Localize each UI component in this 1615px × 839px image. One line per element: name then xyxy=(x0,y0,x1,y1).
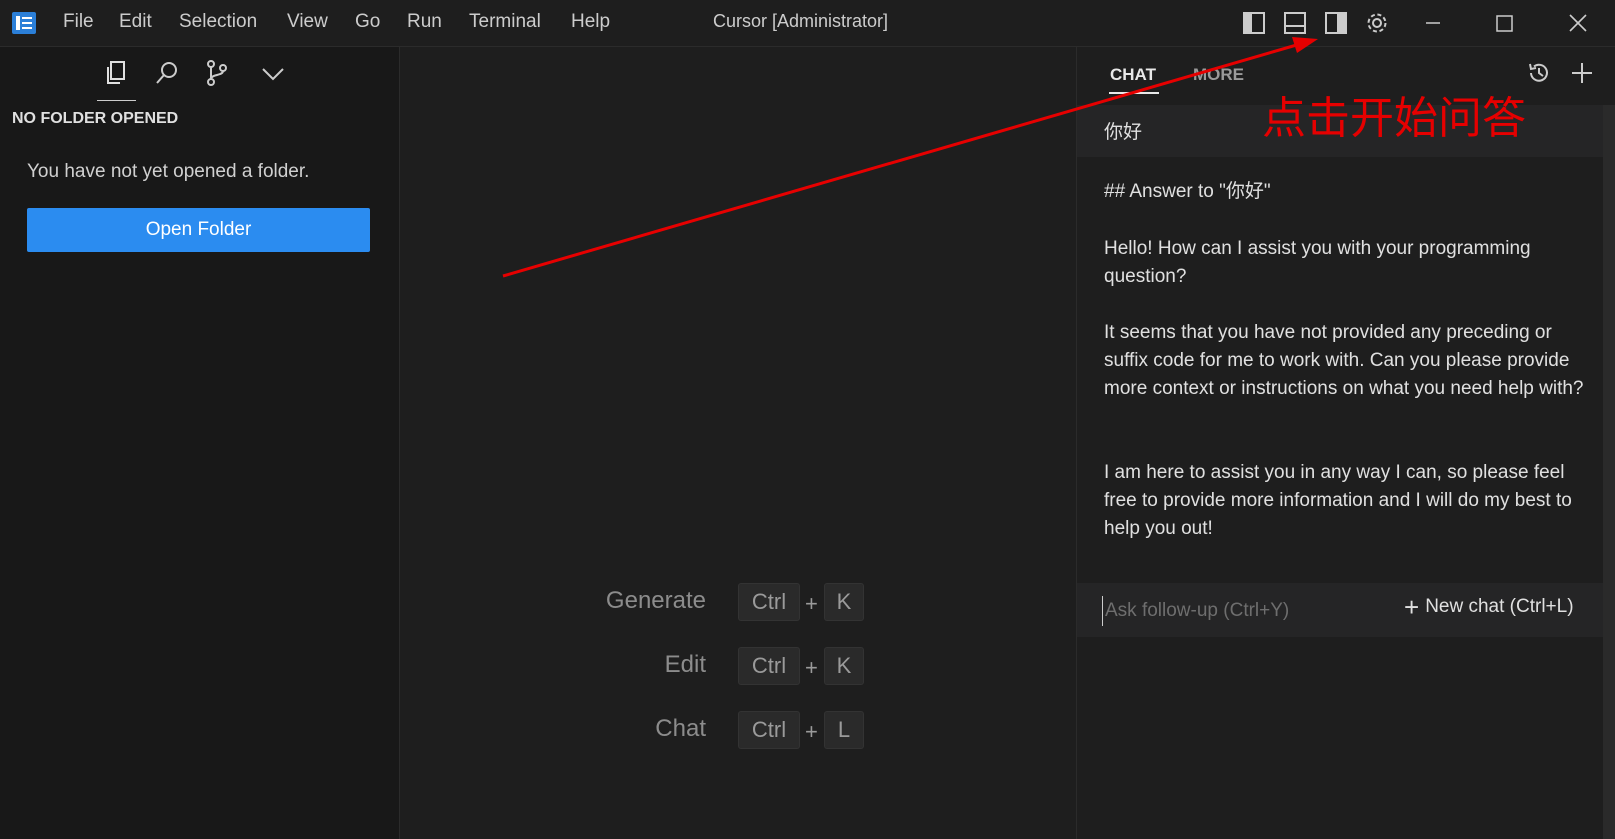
tab-chat[interactable]: CHAT xyxy=(1110,65,1156,85)
section-title: NO FOLDER OPENED xyxy=(12,110,179,127)
search-icon[interactable] xyxy=(153,59,181,87)
chat-panel: CHAT MORE 你好 ## Answer to "你好" Hello! Ho… xyxy=(1076,47,1615,839)
menu-help[interactable]: Help xyxy=(571,11,610,33)
kbd-plus: + xyxy=(805,719,818,744)
answer-heading: ## Answer to "你好" xyxy=(1104,181,1271,202)
shortcut-label: Chat xyxy=(655,715,706,742)
kbd-key: L xyxy=(824,711,864,749)
kbd-key: K xyxy=(824,647,864,685)
minimize-icon[interactable] xyxy=(1418,10,1448,36)
chat-scrollbar[interactable] xyxy=(1603,105,1615,839)
menu-terminal[interactable]: Terminal xyxy=(469,11,541,33)
title-bar: File Edit Selection View Go Run Terminal… xyxy=(0,0,1615,47)
shortcut-label: Edit xyxy=(664,651,706,678)
close-icon[interactable] xyxy=(1563,10,1593,36)
shortcut-label: Generate xyxy=(605,587,706,614)
kbd-ctrl: Ctrl xyxy=(738,647,800,685)
followup-input[interactable] xyxy=(1102,596,1377,626)
open-folder-button[interactable]: Open Folder xyxy=(27,208,370,252)
answer-paragraph: I am here to assist you in any way I can… xyxy=(1104,462,1572,539)
menu-run[interactable]: Run xyxy=(407,11,442,33)
active-tab-indicator xyxy=(97,100,136,101)
toggle-panel-icon[interactable] xyxy=(1282,10,1308,36)
new-chat-label: New chat (Ctrl+L) xyxy=(1425,596,1574,617)
kbd-ctrl: Ctrl xyxy=(738,711,800,749)
answer-paragraph: It seems that you have not provided any … xyxy=(1104,322,1584,399)
menu-edit[interactable]: Edit xyxy=(119,11,152,33)
annotation-label: 点击开始问答 xyxy=(1262,93,1526,144)
toggle-primary-sidebar-icon[interactable] xyxy=(1241,10,1267,36)
shortcut-row-chat: Chat Ctrl + L xyxy=(400,711,870,751)
menu-view[interactable]: View xyxy=(287,11,328,33)
maximize-icon[interactable] xyxy=(1489,10,1519,36)
source-control-icon[interactable] xyxy=(203,59,231,87)
plus-icon: + xyxy=(1404,592,1420,622)
kbd-plus: + xyxy=(805,591,818,616)
answer-paragraph: Hello! How can I assist you with your pr… xyxy=(1104,238,1531,287)
shortcut-row-edit: Edit Ctrl + K xyxy=(400,647,870,687)
new-chat-button[interactable]: + New chat (Ctrl+L) xyxy=(1404,592,1574,622)
tab-more[interactable]: MORE xyxy=(1193,65,1244,85)
kbd-plus: + xyxy=(805,655,818,680)
explorer-icon[interactable] xyxy=(102,59,130,87)
app-logo-icon xyxy=(12,12,36,34)
active-tab-indicator xyxy=(1109,92,1159,94)
sidebar: NO FOLDER OPENED You have not yet opened… xyxy=(0,47,400,839)
menu-go[interactable]: Go xyxy=(355,11,380,33)
settings-gear-icon[interactable] xyxy=(1364,10,1390,36)
window-title: Cursor [Administrator] xyxy=(713,11,889,31)
menu-selection[interactable]: Selection xyxy=(179,11,257,33)
editor-area: Generate Ctrl + K Edit Ctrl + K Chat Ctr… xyxy=(400,47,1076,839)
toggle-secondary-sidebar-icon[interactable] xyxy=(1323,10,1349,36)
shortcut-row-generate: Generate Ctrl + K xyxy=(400,583,870,623)
no-folder-message: You have not yet opened a folder. xyxy=(27,161,310,182)
chevron-down-icon[interactable] xyxy=(259,59,287,87)
user-message: 你好 xyxy=(1104,122,1143,143)
followup-bar: + New chat (Ctrl+L) xyxy=(1077,583,1603,637)
kbd-ctrl: Ctrl xyxy=(738,583,800,621)
add-icon[interactable] xyxy=(1569,60,1595,86)
kbd-key: K xyxy=(824,583,864,621)
menu-file[interactable]: File xyxy=(63,11,94,33)
history-icon[interactable] xyxy=(1526,60,1552,86)
